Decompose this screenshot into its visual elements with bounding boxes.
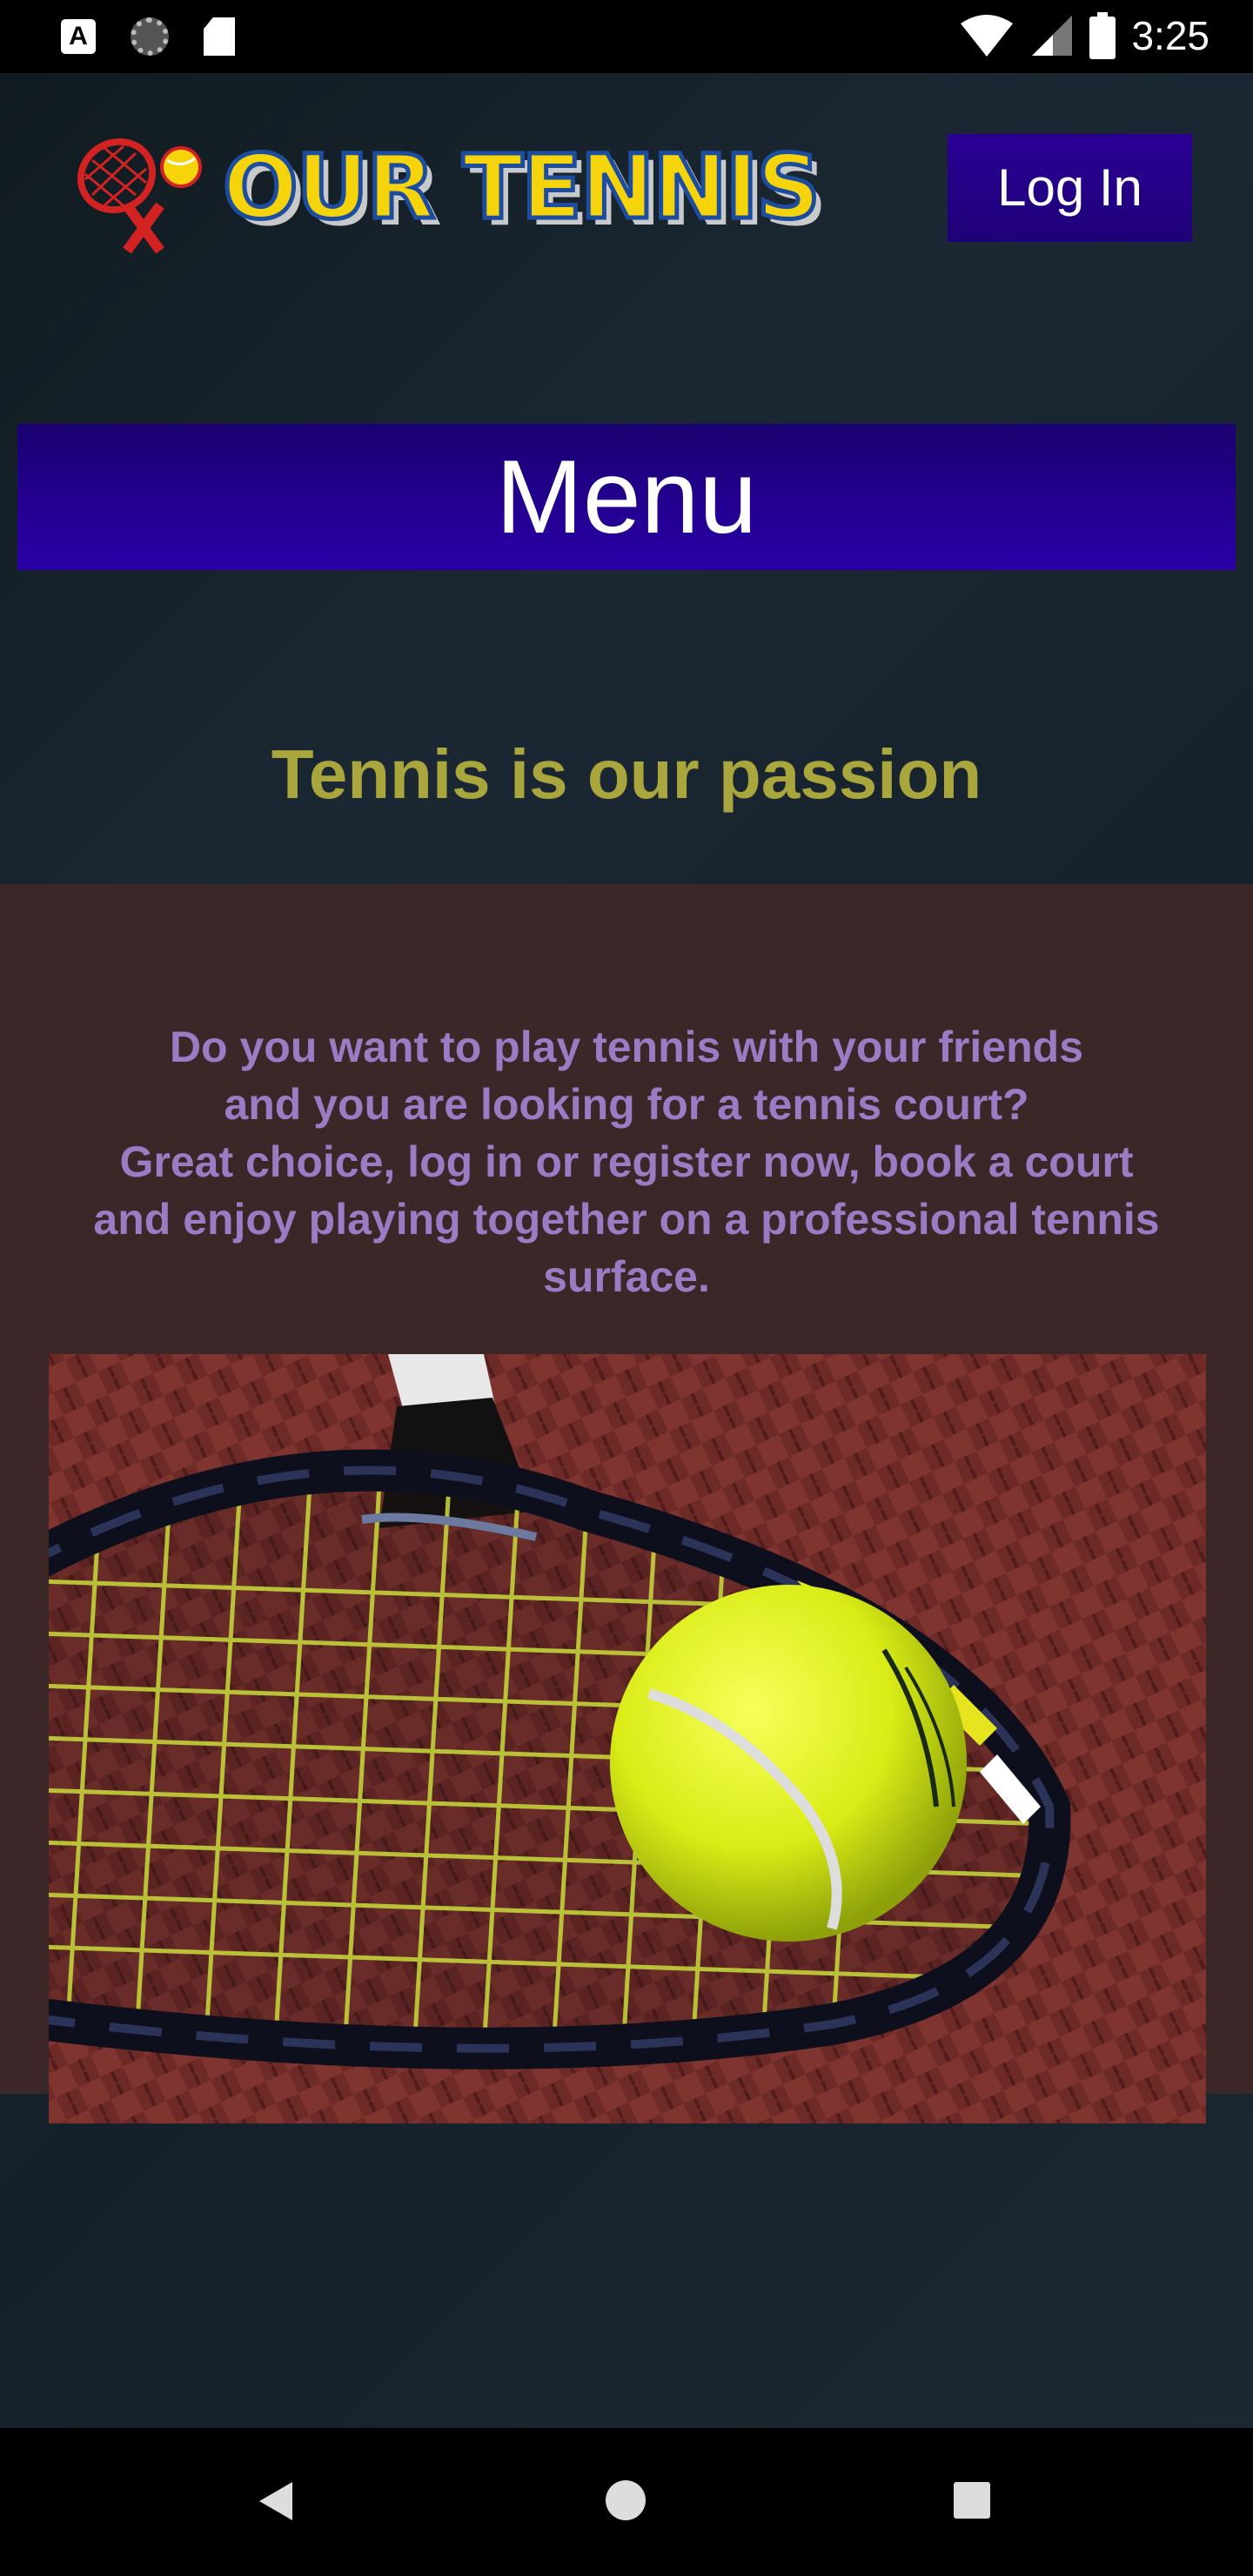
system-navigation-bar	[0, 2428, 1253, 2576]
status-bar-right: 3:25	[959, 12, 1209, 59]
status-bar: A 3:25	[0, 0, 1253, 73]
sd-card-icon	[204, 17, 235, 56]
promo-section: Do you want to play tennis with your fri…	[0, 884, 1253, 2123]
header: OUR TENNIS Log In	[0, 73, 1253, 282]
promo-line: Do you want to play tennis with your fri…	[169, 1023, 1084, 1071]
back-icon[interactable]	[258, 2480, 294, 2522]
wifi-icon	[961, 15, 1014, 57]
signal-icon	[1032, 16, 1073, 56]
battery-icon	[1089, 12, 1116, 59]
loading-icon	[131, 17, 169, 56]
login-button[interactable]: Log In	[948, 134, 1192, 242]
promo-line: and you are looking for a tennis court?	[224, 1080, 1029, 1129]
clock: 3:25	[1131, 13, 1209, 58]
app-content: OUR TENNIS Log In Menu Tennis is our pas…	[0, 73, 1253, 2428]
home-icon[interactable]	[606, 2480, 646, 2520]
promo-line: surface.	[543, 1252, 710, 1301]
tennis-photo	[49, 1354, 1206, 2123]
racket-and-ball-image	[49, 1354, 1206, 2123]
tagline-heading: Tennis is our passion	[271, 735, 982, 813]
tennis-racket-logo-icon	[77, 138, 202, 254]
promo-line: and enjoy playing together on a professi…	[93, 1195, 1160, 1244]
promo-line: Great choice, log in or register now, bo…	[119, 1137, 1134, 1186]
status-bar-left: A	[61, 17, 235, 56]
menu-button[interactable]: Menu	[17, 424, 1236, 570]
logo-text: OUR TENNIS	[221, 134, 823, 242]
logo[interactable]: OUR TENNIS	[66, 134, 823, 256]
text-app-icon: A	[61, 19, 96, 54]
promo-text: Do you want to play tennis with your fri…	[35, 1018, 1218, 1305]
recents-icon[interactable]	[954, 2482, 990, 2519]
